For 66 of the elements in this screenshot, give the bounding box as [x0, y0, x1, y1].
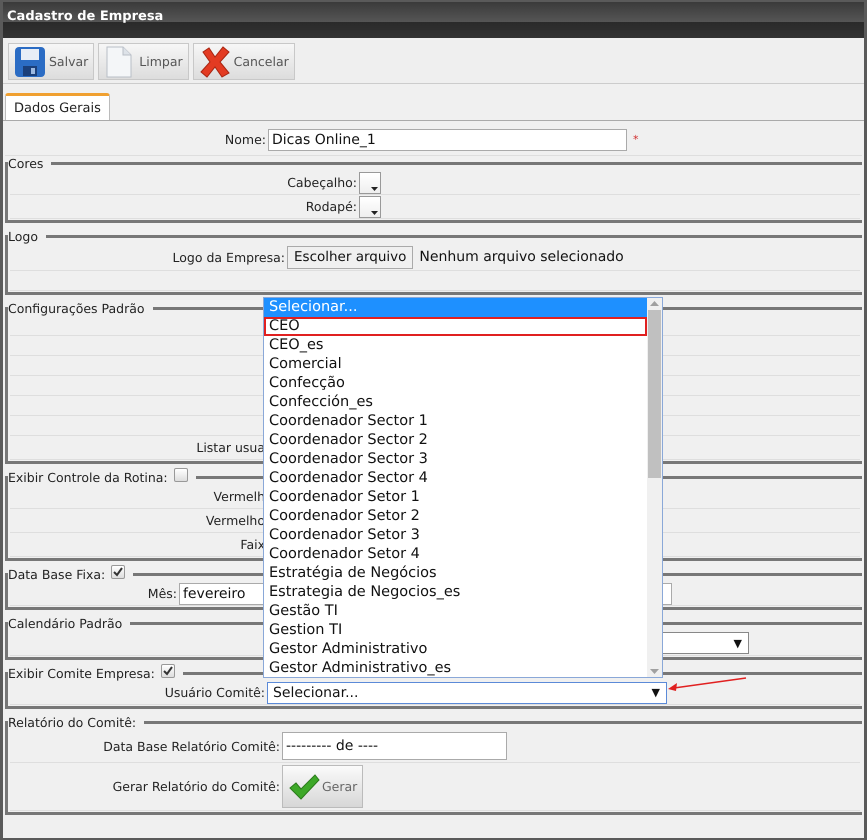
section-title: Exibir Controle da Rotina:: [8, 470, 168, 485]
checkbox[interactable]: [111, 564, 126, 578]
field-label: Vermelh: [214, 489, 265, 504]
field-label: Rodapé:: [306, 199, 357, 214]
dropdown-option[interactable]: Coordenador Sector 2: [264, 431, 647, 450]
field-label: Mês:: [148, 586, 177, 601]
section-title: Logo: [8, 229, 38, 244]
color-picker[interactable]: [359, 196, 381, 218]
dropdown-option[interactable]: Confecção: [264, 374, 647, 393]
dropdown-option[interactable]: CEO: [264, 317, 647, 336]
field-label: Nome:: [224, 132, 266, 147]
select-field[interactable]: Selecionar... ▼: [267, 682, 667, 704]
cross-icon: [198, 46, 231, 78]
dropdown-option[interactable]: Coordenador Setor 4: [264, 545, 647, 564]
field-label: Gerar Relatório do Comitê:: [112, 779, 280, 794]
caret-icon: [371, 186, 378, 190]
tab[interactable]: Dados Gerais: [5, 93, 110, 120]
cancel-button[interactable]: Cancelar: [192, 43, 295, 80]
dropdown-option[interactable]: Estratégia de Negócios: [264, 564, 647, 583]
dropdown-option[interactable]: Coordenador Setor 2: [264, 507, 647, 526]
dropdown-option[interactable]: Gestão TI: [264, 602, 647, 621]
field-label: Data Base Relatório Comitê:: [103, 738, 280, 754]
field-label: Usuário Comitê:: [164, 685, 265, 700]
section-title: Data Base Fixa:: [8, 567, 106, 582]
checkbox[interactable]: [174, 468, 188, 482]
clear-button[interactable]: Limpar: [98, 43, 189, 80]
dropdown-option[interactable]: Coordenador Setor 1: [264, 488, 647, 507]
scrollbar-thumb[interactable]: [648, 310, 661, 478]
dropdown-option[interactable]: Gestor Administrativo: [264, 640, 647, 659]
dropdown-option[interactable]: Coordenador Sector 4: [264, 469, 647, 488]
choose-file-button[interactable]: Escolher arquivo: [287, 246, 414, 268]
checkmark-icon: [288, 774, 320, 800]
scrollbar[interactable]: [647, 298, 662, 677]
dropdown-option[interactable]: Confección_es: [264, 393, 647, 412]
checkbox[interactable]: [160, 664, 175, 678]
dropdown-option[interactable]: Estrategia de Negocios_es: [264, 583, 647, 602]
section-title: Relatório do Comitê:: [8, 715, 136, 730]
dropdown-option[interactable]: Gestion TI: [264, 621, 647, 640]
dropdown-option[interactable]: Coordenador Sector 3: [264, 450, 647, 469]
required-marker: *: [633, 133, 638, 146]
name-field[interactable]: Dicas Online_1: [268, 128, 627, 150]
caret-icon: [371, 210, 378, 214]
check-icon: [162, 666, 173, 676]
window-title: Cadastro de Empresa: [7, 9, 164, 24]
save-button[interactable]: Salvar: [8, 43, 94, 80]
field-label: Cabeçalho:: [287, 175, 357, 190]
field-label: Logo da Empresa:: [172, 250, 285, 264]
dropdown-option[interactable]: CEO_es: [264, 336, 647, 355]
section-title: Calendário Padrão: [8, 616, 122, 631]
file-status: Nenhum arquivo selecionado: [419, 249, 624, 265]
dropdown-option[interactable]: Coordenador Sector 1: [264, 412, 647, 431]
dropdown-option[interactable]: Comercial: [264, 355, 647, 374]
scroll-down-icon: [650, 669, 659, 674]
dropdown-option[interactable]: Coordenador Setor 3: [264, 526, 647, 545]
scroll-up-icon: [650, 301, 659, 306]
text-field[interactable]: --------- de ----: [282, 732, 507, 760]
color-picker[interactable]: [359, 172, 381, 194]
check-icon: [113, 566, 124, 576]
dropdown-arrow: ▼: [652, 686, 660, 699]
generate-button[interactable]: Gerar: [282, 765, 364, 808]
section-title: Exibir Comite Empresa:: [8, 666, 155, 681]
field-label: Vermelho: [206, 513, 265, 528]
section-title: Configurações Padrão: [8, 301, 145, 316]
dropdown-option[interactable]: Gestor Administrativo_es: [264, 659, 647, 678]
dropdown-arrow: ▼: [734, 636, 742, 650]
section-title: Cores: [8, 156, 44, 171]
